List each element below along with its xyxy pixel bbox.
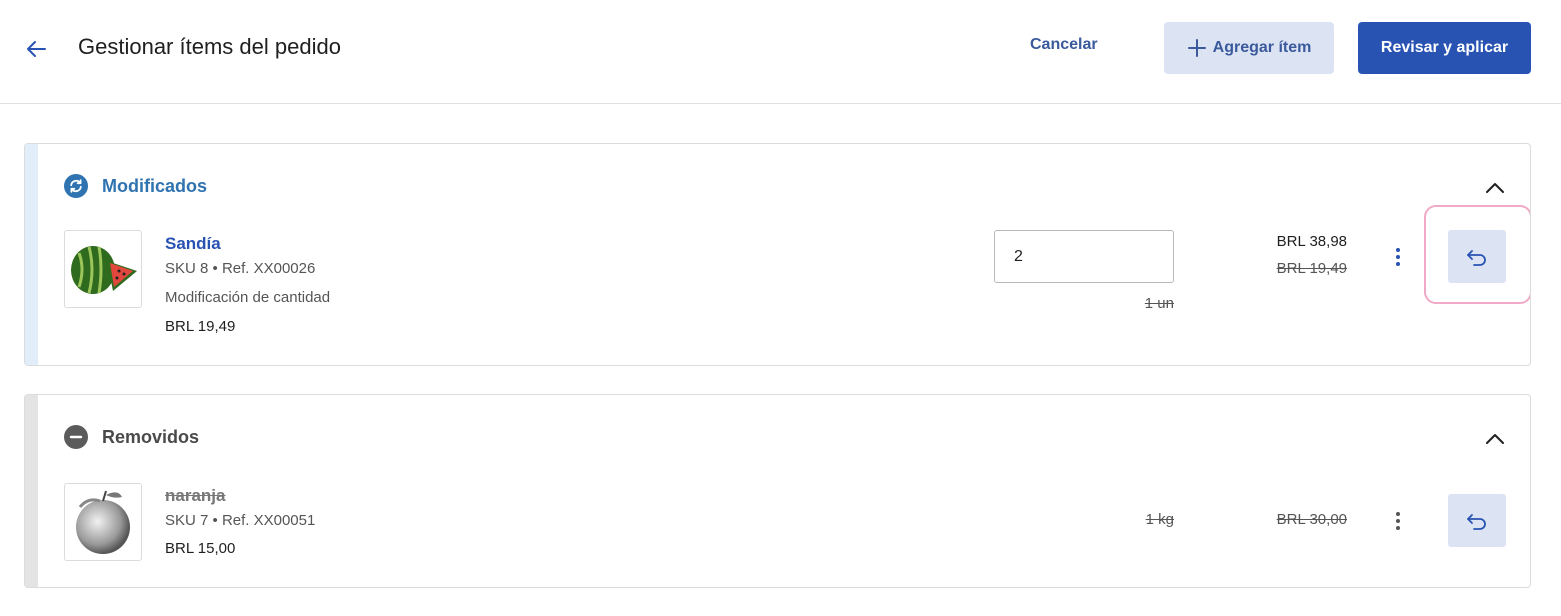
product-image: [64, 483, 142, 561]
collapse-button[interactable]: [1483, 427, 1507, 451]
old-total: BRL 19,49: [1276, 260, 1347, 277]
undo-button[interactable]: [1448, 230, 1506, 283]
add-item-button[interactable]: Agregar ítem: [1164, 22, 1334, 74]
undo-icon: [1467, 513, 1486, 530]
more-options-button[interactable]: [1390, 509, 1406, 533]
minus-circle-icon: [64, 425, 88, 449]
modified-section: Modificados Sandía SKU 8 • Ref. XX00026 …: [24, 143, 1531, 366]
arrow-left-icon: [27, 41, 46, 57]
product-sku: SKU 8 • Ref. XX00026: [165, 260, 316, 277]
section-title: Removidos: [102, 426, 200, 447]
add-item-label: Agregar ítem: [1212, 39, 1312, 56]
new-total: BRL 38,98: [1276, 233, 1347, 250]
old-quantity: 1 un: [1144, 295, 1174, 312]
chevron-up-icon: [1486, 434, 1504, 444]
back-button[interactable]: [22, 36, 50, 62]
undo-icon: [1467, 249, 1486, 266]
product-name: naranja: [165, 486, 226, 505]
page-title: Gestionar ítems del pedido: [78, 34, 341, 59]
section-header: Modificados: [64, 174, 207, 198]
undo-button[interactable]: [1448, 494, 1506, 547]
section-stripe: [25, 144, 38, 365]
section-stripe: [25, 395, 38, 587]
watermelon-icon: [71, 246, 137, 294]
change-description: Modificación de cantidad: [165, 289, 331, 306]
section-title: Modificados: [102, 175, 208, 196]
unit-price: BRL 19,49: [165, 318, 236, 335]
cancel-button[interactable]: Cancelar: [1030, 36, 1098, 60]
chevron-up-icon: [1486, 183, 1504, 193]
orange-icon: [76, 490, 130, 554]
unit-price: BRL 15,00: [165, 540, 236, 557]
product-sku: SKU 7 • Ref. XX00051: [165, 512, 316, 529]
old-total: BRL 30,00: [1276, 511, 1347, 528]
product-name[interactable]: Sandía: [165, 234, 221, 254]
page-header: Gestionar ítems del pedido Cancelar Agre…: [0, 0, 1561, 104]
sync-icon: [64, 174, 88, 198]
review-apply-button[interactable]: Revisar y aplicar: [1358, 22, 1531, 74]
more-options-button[interactable]: [1390, 245, 1406, 269]
removed-section: Removidos naranja SKU 7 • Ref. XX00051 B…: [24, 394, 1531, 588]
plus-icon: [1187, 39, 1206, 57]
old-quantity: 1 kg: [1145, 511, 1174, 528]
collapse-button[interactable]: [1483, 176, 1507, 200]
quantity-input[interactable]: [994, 230, 1174, 283]
section-header: Removidos: [64, 425, 199, 449]
product-image: [64, 230, 142, 308]
